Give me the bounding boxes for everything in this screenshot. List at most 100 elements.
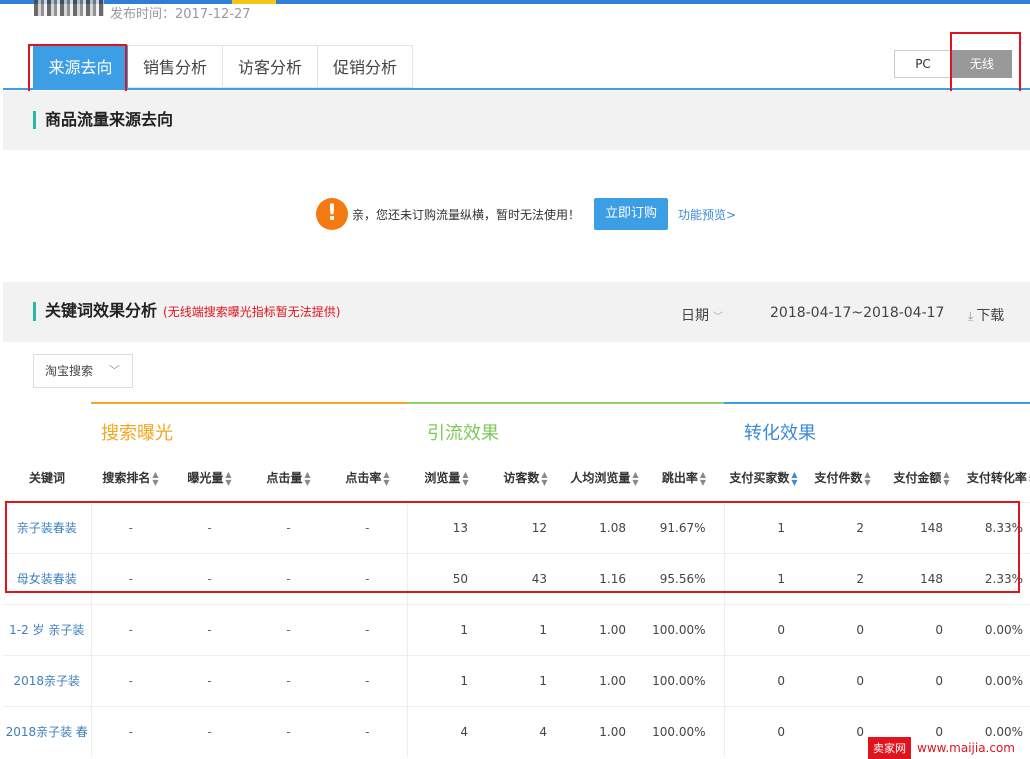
col-ctr[interactable]: 点击率 ▲ ▼ bbox=[328, 454, 407, 502]
group-conversion-effect: 转化效果 bbox=[724, 402, 1030, 454]
cell-value: 0.00% bbox=[961, 654, 1030, 706]
cell-value: 4 bbox=[406, 705, 486, 757]
sort-icon[interactable]: ▲▼ bbox=[541, 470, 547, 487]
table-row: 1-2 岁 亲子装 - - - -1 1 1.00 100.00% 0 0 0 0.00% bbox=[3, 603, 1030, 655]
highlight-box-rows bbox=[5, 501, 1020, 593]
date-range: 2018-04-17~2018-04-17 bbox=[770, 305, 945, 321]
download-label: 下载 bbox=[976, 308, 1005, 324]
group-search-exposure: 搜索曝光 bbox=[91, 402, 407, 454]
watermark: 卖家网 www.maijia.com bbox=[868, 736, 1015, 759]
group-divider-arrow bbox=[724, 414, 734, 442]
highlight-box-wireless bbox=[950, 32, 1021, 94]
date-dropdown[interactable]: 日期 ﹀ bbox=[681, 305, 723, 325]
group-traffic-effect: 引流效果 bbox=[407, 402, 724, 454]
sort-icon[interactable]: ▲▼ bbox=[864, 470, 870, 487]
cell-value: 0 bbox=[882, 654, 961, 706]
chevron-down-icon: ﹀ bbox=[109, 364, 120, 377]
col-paid-items[interactable]: 支付件数 ▲ ▼ bbox=[803, 454, 882, 502]
keyword-link[interactable]: 2018亲子装 春 bbox=[3, 705, 92, 757]
cell-value: - bbox=[328, 654, 407, 706]
cell-value: 1.00 bbox=[565, 705, 644, 757]
group-divider-arrow bbox=[407, 414, 417, 442]
col-conversion-rate[interactable]: 支付转化率▲▼ bbox=[961, 454, 1030, 502]
highlight-box-tab bbox=[28, 44, 127, 94]
cell-value: 100.00% bbox=[644, 654, 724, 706]
cell-value: - bbox=[170, 705, 249, 757]
cell-value: - bbox=[249, 705, 328, 757]
traffic-section-header: 商品流量来源去向 bbox=[3, 91, 1030, 150]
wireless-note: (无线端搜索曝光指标暂无法提供) bbox=[163, 305, 341, 319]
cell-value: 0 bbox=[723, 603, 803, 655]
download-icon: ⤓ bbox=[968, 309, 974, 323]
source-select-value: 淘宝搜索 bbox=[45, 364, 94, 378]
group-search-label: 搜索曝光 bbox=[101, 423, 173, 444]
sort-icon[interactable]: ▲▼ bbox=[304, 470, 310, 487]
sort-icon[interactable]: ▲▼ bbox=[700, 470, 706, 487]
watermark-url: www.maijia.com bbox=[917, 740, 1015, 755]
sort-icon[interactable]: ▲▼ bbox=[225, 470, 231, 487]
cell-value: - bbox=[170, 654, 249, 706]
cell-value: - bbox=[328, 603, 407, 655]
cell-value: 0 bbox=[803, 603, 882, 655]
cell-value: 1.00 bbox=[565, 603, 644, 655]
keyword-title-text: 关键词效果分析 bbox=[45, 301, 158, 320]
watermark-logo: 卖家网 bbox=[868, 736, 911, 759]
cell-value: 100.00% bbox=[644, 705, 724, 757]
sort-icon[interactable]: ▲▼ bbox=[152, 470, 158, 487]
sort-icon[interactable]: ▲▼ bbox=[632, 470, 638, 487]
col-exposure[interactable]: 曝光量 ▲ ▼ bbox=[170, 454, 249, 502]
col-bounce-rate[interactable]: 跳出率 ▲ ▼ bbox=[644, 454, 724, 502]
group-conversion-label: 转化效果 bbox=[744, 423, 816, 444]
table-header-row: 关键词 搜索排名 ▲ ▼ 曝光量 ▲ ▼ 点击量 ▲ ▼ 点击率 ▲ ▼ 浏览量 ▲ ▼ 访客数 ▲ ▼… bbox=[3, 454, 1030, 502]
col-avg-pageviews[interactable]: 人均浏览量 ▲ ▼ bbox=[565, 454, 644, 502]
keyword-section-title: 关键词效果分析 (无线端搜索曝光指标暂无法提供) bbox=[33, 302, 340, 321]
sort-icon[interactable]: ▲▼ bbox=[943, 470, 949, 487]
cell-value: 1 bbox=[486, 603, 565, 655]
col-pageviews[interactable]: 浏览量 ▲ ▼ bbox=[407, 454, 486, 502]
cell-value: - bbox=[91, 654, 170, 706]
keyword-table: 关键词 搜索排名 ▲ ▼ 曝光量 ▲ ▼ 点击量 ▲ ▼ 点击率 ▲ ▼ 浏览量 ▲ ▼ 访客数 ▲ ▼… bbox=[3, 454, 1030, 757]
chevron-down-icon: ﹀ bbox=[713, 312, 723, 323]
sort-icon[interactable]: ▲▼ bbox=[383, 470, 389, 487]
order-now-button[interactable]: 立即订购 bbox=[594, 198, 669, 230]
cell-value: - bbox=[91, 705, 170, 757]
cell-value: - bbox=[249, 654, 328, 706]
col-keyword: 关键词 bbox=[28, 471, 65, 486]
cell-value: - bbox=[249, 603, 328, 655]
keyword-link[interactable]: 2018亲子装 bbox=[3, 654, 92, 706]
keyword-link[interactable]: 1-2 岁 亲子装 bbox=[3, 603, 92, 655]
sort-icon-active[interactable]: ▲ ▼ bbox=[791, 470, 797, 487]
tab-visitors[interactable]: 访客分析 bbox=[223, 45, 318, 88]
cell-value: 0 bbox=[882, 603, 961, 655]
cell-value: 1 bbox=[406, 654, 486, 706]
col-search-rank[interactable]: 搜索排名 ▲ ▼ bbox=[91, 454, 170, 502]
cell-value: 0 bbox=[803, 654, 882, 706]
col-visitors[interactable]: 访客数 ▲ ▼ bbox=[486, 454, 565, 502]
sort-icon[interactable]: ▲▼ bbox=[462, 470, 468, 487]
feature-preview-link[interactable]: 功能预览> bbox=[678, 206, 736, 223]
table-row: 2018亲子装 - - - -1 1 1.00 100.00% 0 0 0 0.00% bbox=[3, 654, 1030, 706]
cell-value: 4 bbox=[486, 705, 565, 757]
cell-value: 100.00% bbox=[644, 603, 724, 655]
tab-sales[interactable]: 销售分析 bbox=[128, 45, 223, 88]
product-thumbnail[interactable] bbox=[34, 0, 104, 16]
subscription-notice: ! 亲，您还未订购流量纵横，暂时无法使用！ 立即订购 功能预览> bbox=[316, 198, 736, 230]
cell-value: 1 bbox=[406, 603, 486, 655]
cell-value: - bbox=[328, 705, 407, 757]
download-button[interactable]: ⤓ 下载 bbox=[968, 305, 1004, 325]
group-traffic-label: 引流效果 bbox=[427, 423, 499, 444]
source-select[interactable]: 淘宝搜索 ﹀ bbox=[33, 354, 133, 388]
platform-pc-button[interactable]: PC bbox=[894, 50, 952, 78]
cell-value: 0 bbox=[723, 654, 803, 706]
cell-value: - bbox=[170, 603, 249, 655]
notice-text: 亲，您还未订购流量纵横，暂时无法使用！ bbox=[352, 207, 581, 222]
cell-value: 1.00 bbox=[565, 654, 644, 706]
cell-value: 1 bbox=[486, 654, 565, 706]
cell-value: 0.00% bbox=[961, 603, 1030, 655]
col-paying-buyers[interactable]: 支付买家数 ▲ ▼ bbox=[724, 454, 803, 502]
tab-promotion[interactable]: 促销分析 bbox=[318, 45, 413, 88]
col-paid-amount[interactable]: 支付金额 ▲ ▼ bbox=[882, 454, 961, 502]
warning-icon: ! bbox=[316, 198, 348, 230]
publish-date: 发布时间：2017-12-27 bbox=[110, 7, 251, 22]
col-clicks[interactable]: 点击量 ▲ ▼ bbox=[249, 454, 328, 502]
